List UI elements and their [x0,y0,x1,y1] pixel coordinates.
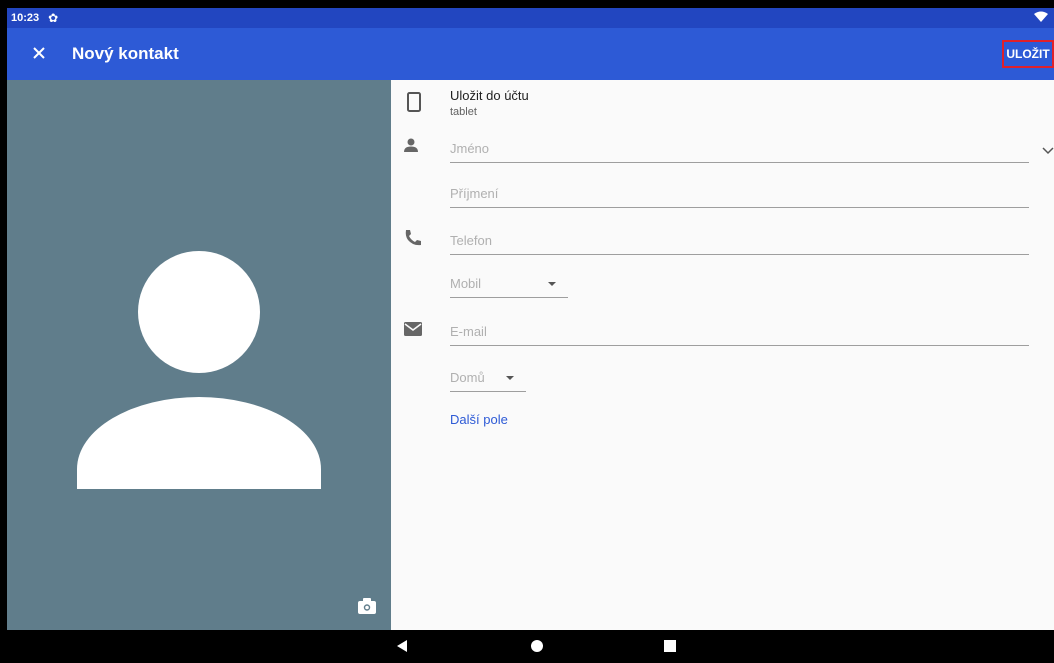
email-field[interactable]: E-mail [450,318,1029,346]
phone-field[interactable]: Telefon [450,227,1029,255]
phone-type-dropdown[interactable]: Mobil [450,272,568,298]
first-name-placeholder: Jméno [450,141,490,156]
dropdown-arrow-icon [548,282,556,286]
email-placeholder: E-mail [450,324,487,339]
first-name-field[interactable]: Jméno [450,135,1029,163]
more-fields-link[interactable]: Další pole [450,412,508,427]
contact-form: Uložit do účtu tablet Jméno Příjmení Tel… [391,80,1054,630]
last-name-placeholder: Příjmení [450,186,499,201]
page-title: Nový kontakt [72,44,179,63]
home-icon[interactable] [530,639,544,653]
app-bar: Nový kontakt ULOŽIT [7,28,1054,80]
contact-photo-area[interactable] [7,80,391,630]
status-time: 10:23 [11,12,40,24]
email-type-label: Domů [450,370,485,385]
navigation-bar [0,630,1054,663]
phone-placeholder: Telefon [450,233,492,248]
camera-icon[interactable] [358,598,376,614]
status-bar: 10:23 ✿ [7,8,1054,28]
person-icon [404,138,418,152]
chevron-down-icon[interactable] [1041,144,1054,158]
tablet-icon [407,92,421,112]
wifi-icon [1034,11,1048,22]
phone-icon [405,230,421,246]
settings-icon: ✿ [48,11,59,25]
close-icon[interactable] [27,41,51,65]
recents-icon[interactable] [663,639,677,653]
email-type-dropdown[interactable]: Domů [450,366,526,392]
email-icon [404,322,422,336]
back-icon[interactable] [395,639,409,653]
phone-type-label: Mobil [450,276,482,291]
dropdown-arrow-icon [506,376,514,380]
last-name-field[interactable]: Příjmení [450,180,1029,208]
save-button[interactable]: ULOŽIT [1002,40,1054,68]
avatar-body [77,397,321,489]
account-label[interactable]: Uložit do účtu [450,88,529,103]
account-value[interactable]: tablet [450,106,477,118]
avatar-head [138,251,260,373]
